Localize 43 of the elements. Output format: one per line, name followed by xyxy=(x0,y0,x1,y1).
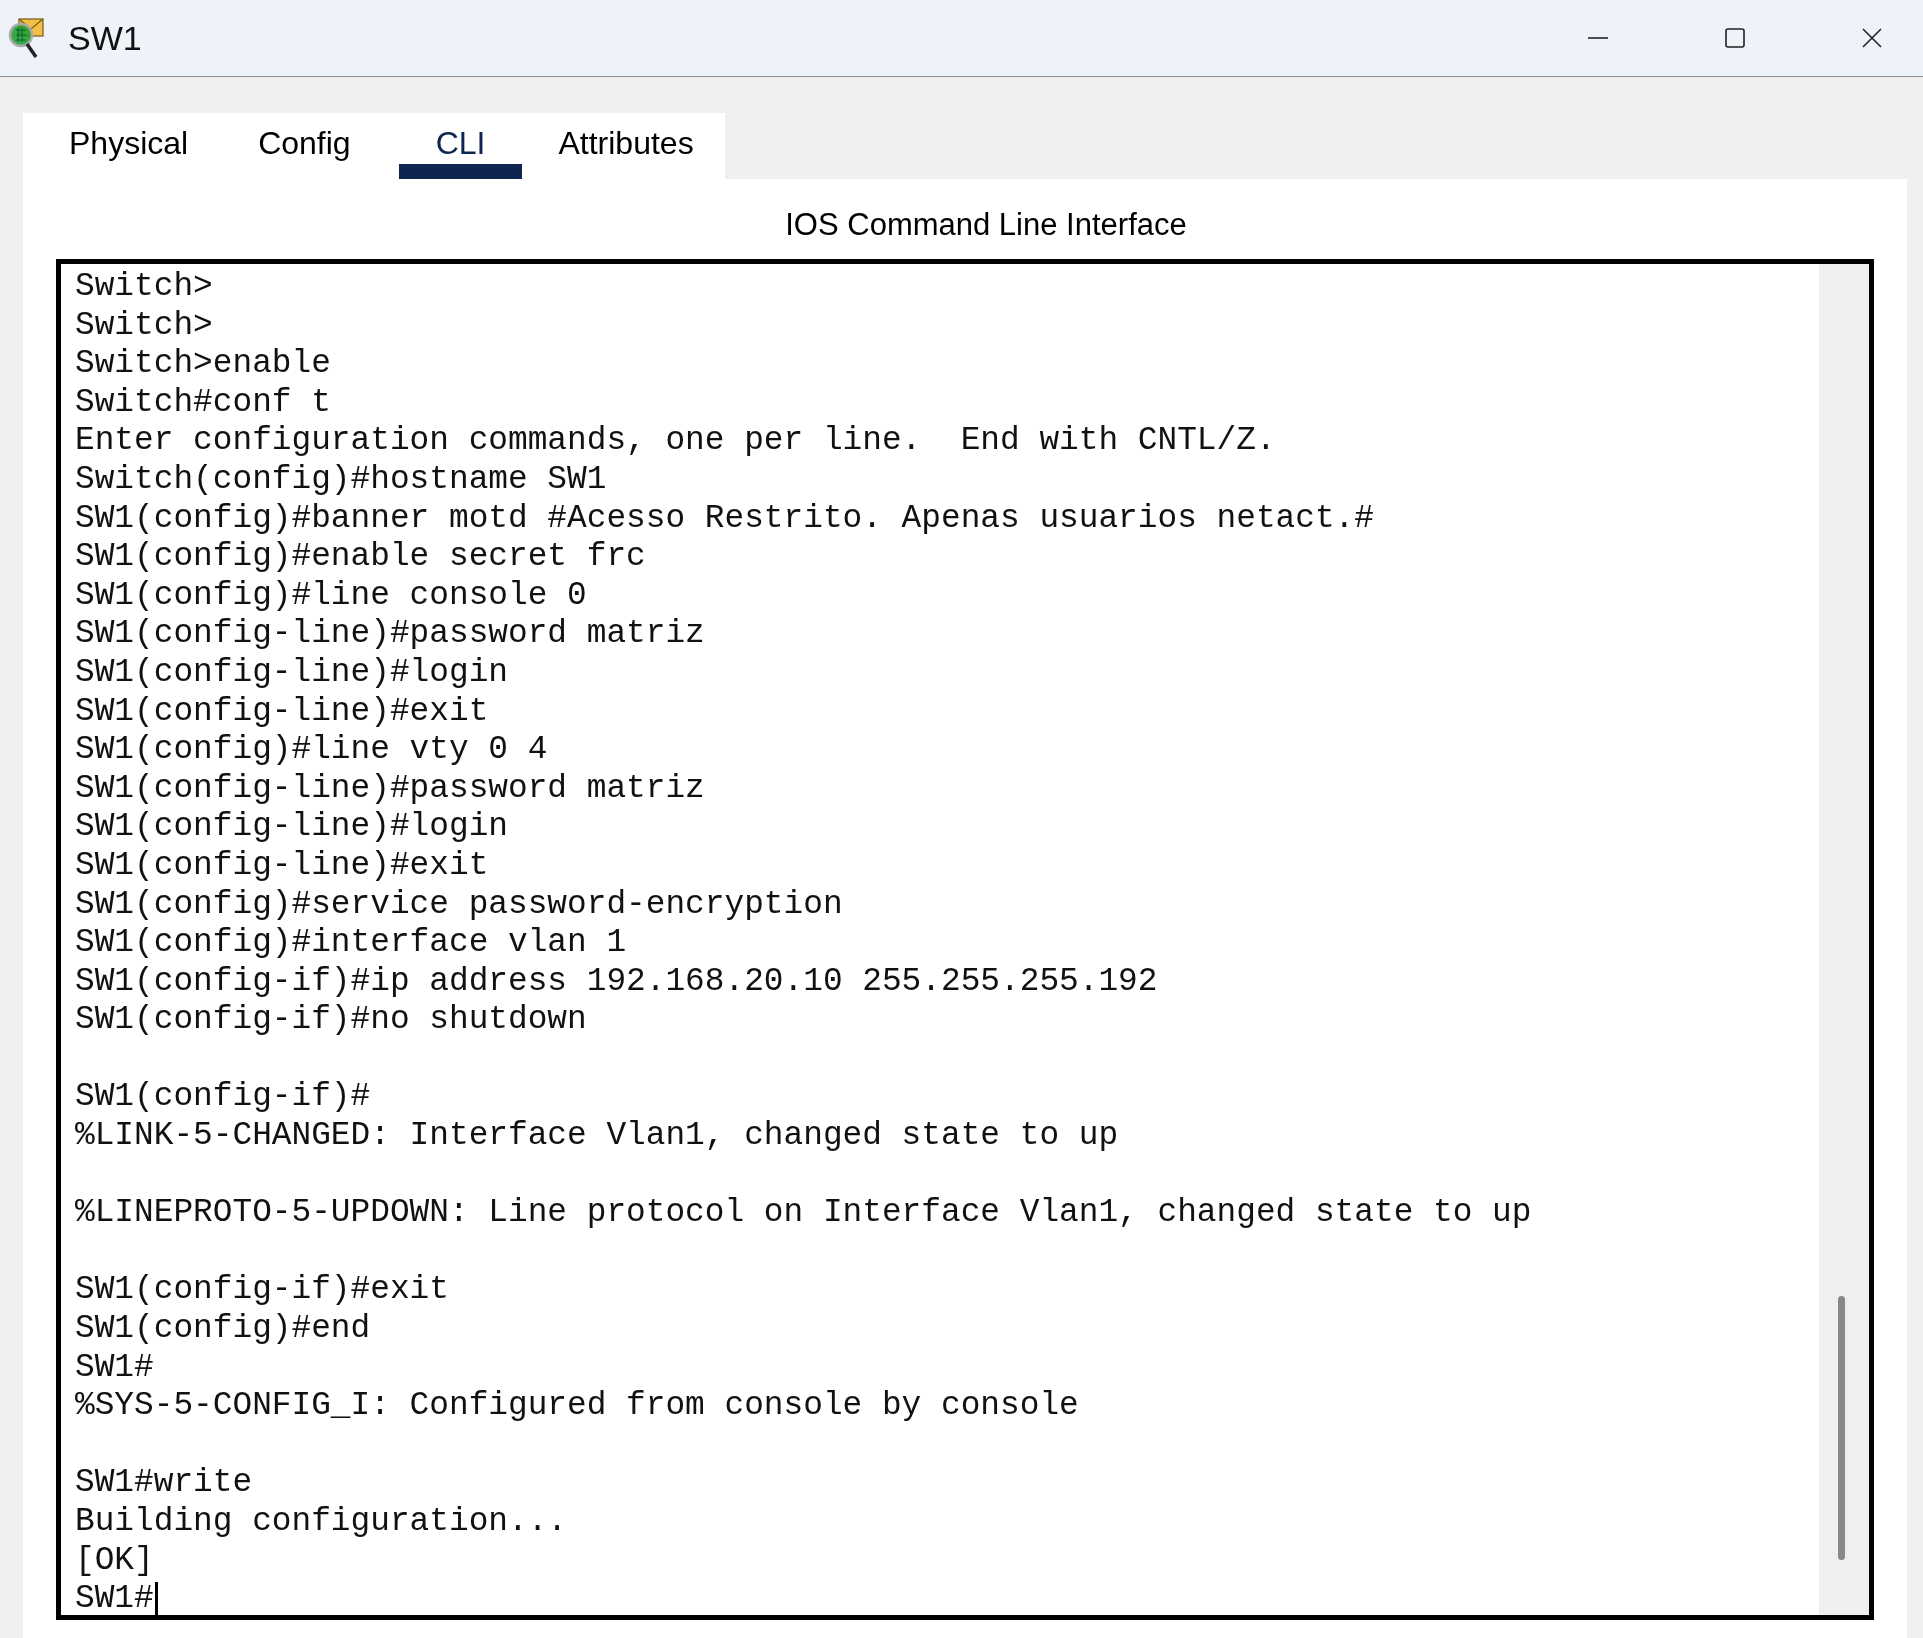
close-button[interactable] xyxy=(1861,27,1883,49)
window-title: SW1 xyxy=(68,18,142,58)
console-line: Enter configuration commands, one per line. End with CNTL/Z. xyxy=(75,422,1276,461)
console-line: SW1(config)#line vty 0 4 xyxy=(75,731,548,770)
console-line: SW1# xyxy=(75,1580,154,1615)
console-line: SW1(config-if)#ip address 192.168.20.10 255.255.255.192 xyxy=(75,962,1158,1002)
console-line: SW1(config)#interface vlan 1 xyxy=(75,924,627,963)
console-line: %SYS-5-CONFIG_I: Configured from console by console xyxy=(75,1387,1079,1426)
console-line: SW1(config-line)#password matriz xyxy=(75,615,705,654)
console-line: SW1(config)#enable secret frc xyxy=(75,538,646,577)
console-line: SW1(config)#service password-encryption xyxy=(75,885,843,925)
console-line: SW1(config-if)#exit xyxy=(75,1271,449,1311)
maximize-button[interactable] xyxy=(1724,27,1746,49)
tab[interactable]: Attributes xyxy=(536,113,716,179)
console-line: SW1(config-line)#exit xyxy=(75,692,489,732)
console-line: SW1(config-line)#password matriz xyxy=(75,769,705,809)
console-line: SW1(config-if)# xyxy=(75,1078,371,1118)
console-line: [OK] xyxy=(75,1541,154,1581)
console-line: SW1(config)#end xyxy=(75,1310,371,1349)
console-line: SW1(config)#banner motd #Acesso Restrito. Apenas usuarios netact.# xyxy=(75,499,1374,539)
close-icon xyxy=(1861,27,1883,49)
console-line: SW1# xyxy=(75,1348,154,1388)
minimize-icon xyxy=(1587,37,1609,39)
console-line: %LINK-5-CHANGED: Interface Vlan1, changed state to up xyxy=(75,1117,1119,1156)
tab[interactable]: Physical xyxy=(47,113,211,179)
console-line: SW1(config-line)#exit xyxy=(75,846,489,886)
console-line: SW1(config-line)#login xyxy=(75,808,508,847)
console-line: SW1(config-if)#no shutdown xyxy=(75,1001,587,1040)
console-line: SW1(config)#line console 0 xyxy=(75,576,587,616)
console-line: Switch(config)#hostname SW1 xyxy=(75,460,607,500)
console-line: Switch> xyxy=(75,268,213,307)
app-icon xyxy=(6,16,46,60)
console-line: SW1#write xyxy=(75,1464,253,1503)
console-line: Building configuration... xyxy=(75,1503,568,1542)
panel-title: IOS Command Line Interface xyxy=(784,206,1188,244)
console-line: SW1(config-line)#login xyxy=(75,653,508,693)
console-line: Switch>enable xyxy=(75,345,331,384)
maximize-icon xyxy=(1724,27,1746,49)
console-line: Switch#conf t xyxy=(75,383,331,423)
console-line: Switch> xyxy=(75,306,213,346)
console-line: %LINEPROTO-5-UPDOWN: Line protocol on Interface Vlan1, changed state to up xyxy=(75,1194,1532,1233)
scrollbar-thumb[interactable] xyxy=(1838,1296,1845,1560)
tab[interactable]: Config xyxy=(236,113,373,179)
